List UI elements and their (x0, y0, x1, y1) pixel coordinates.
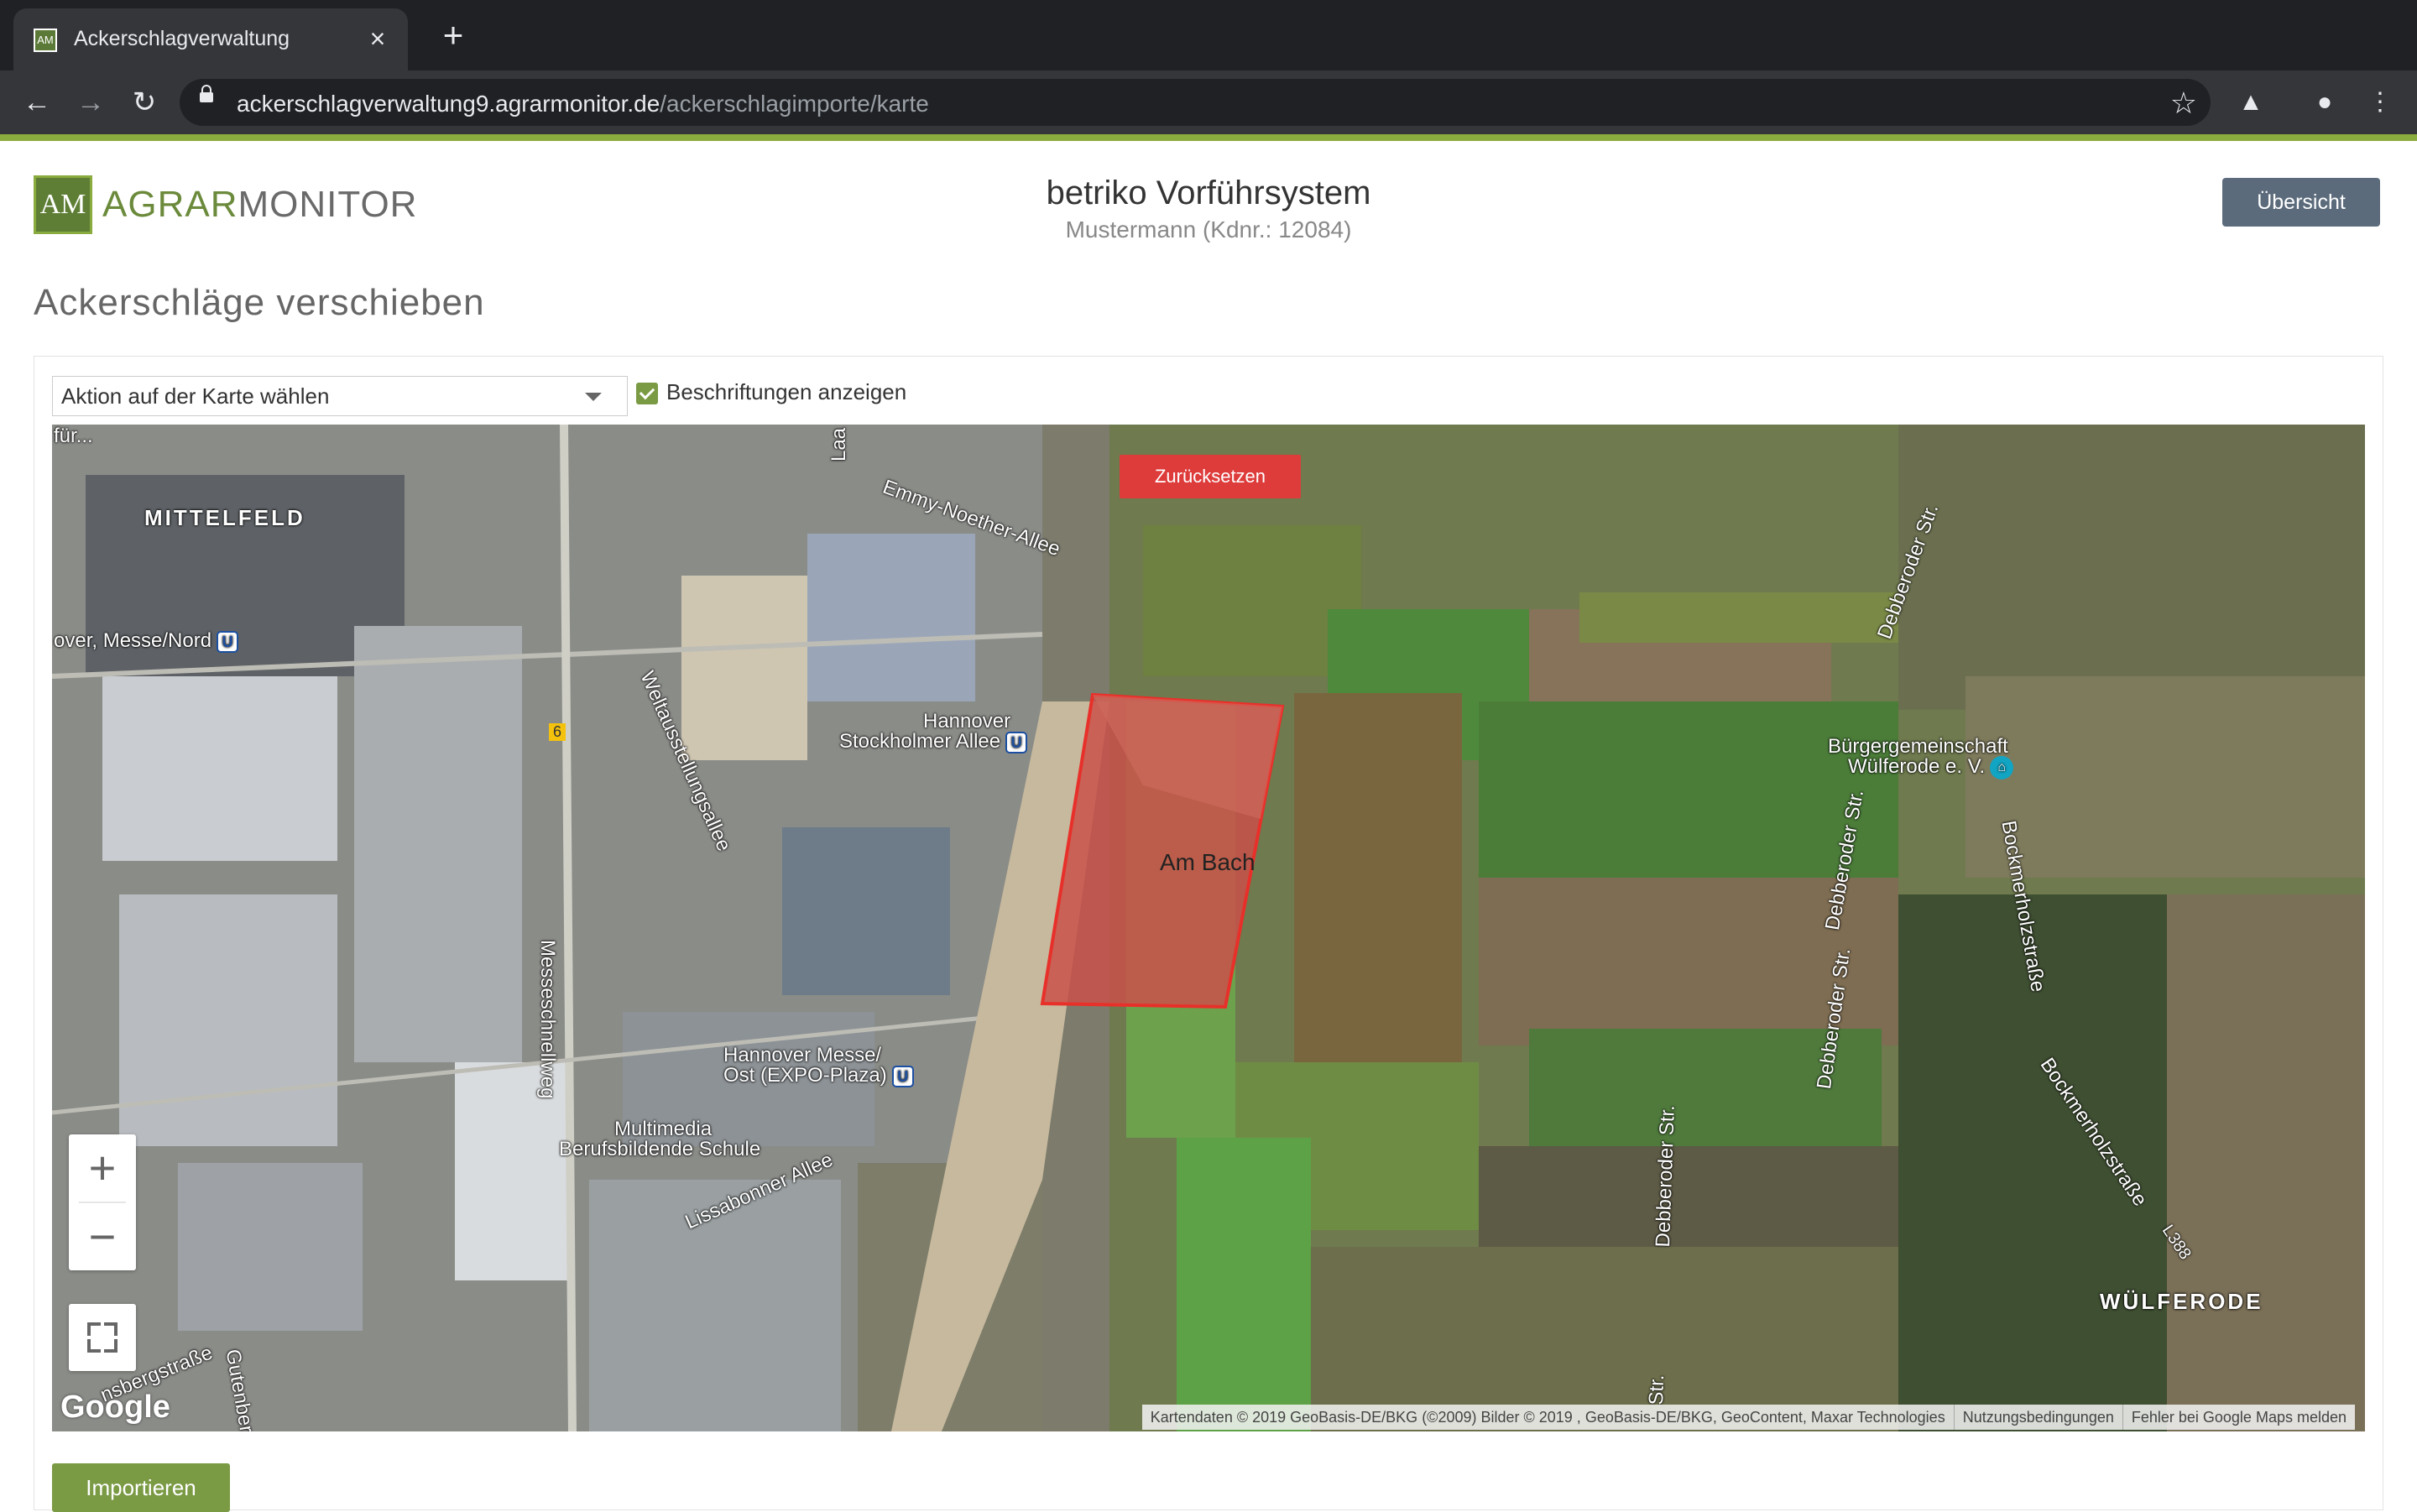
show-labels-label[interactable]: Beschriftungen anzeigen (666, 379, 906, 405)
address-bar[interactable]: ackerschlagverwaltung9.agrarmonitor.de/a… (180, 79, 2211, 126)
map-label: Wülferode e. V. ⌂ (1848, 755, 2014, 779)
reload-icon[interactable]: ↻ (124, 82, 164, 123)
action-select-value: Aktion auf der Karte wählen (61, 383, 330, 409)
reset-button[interactable]: Zurücksetzen (1120, 455, 1301, 498)
bookmark-star-icon[interactable]: ☆ (2170, 86, 2197, 121)
satellite-map[interactable]: Zurücksetzen Am Bach für... MITTELFELD o… (52, 425, 2365, 1431)
map-label: Berufsbildende Schule (559, 1138, 761, 1160)
lock-icon (200, 85, 213, 102)
show-labels-checkbox[interactable] (636, 383, 658, 404)
zoom-control: + − (69, 1134, 136, 1270)
browser-toolbar: ← → ↻ ackerschlagverwaltung9.agrarmonito… (0, 70, 2417, 134)
system-title: betriko Vorführsystem (1046, 175, 1371, 211)
action-select[interactable]: Aktion auf der Karte wählen (52, 376, 628, 416)
route-6-badge: 6 (549, 723, 566, 741)
tab-title: Ackerschlagverwaltung (74, 27, 290, 50)
menu-dots-icon[interactable]: ⋮ (2362, 84, 2399, 121)
map-label: over, Messe/Nord U (54, 629, 239, 653)
map-label: Laa (827, 427, 851, 462)
fullscreen-icon[interactable] (69, 1304, 136, 1371)
page-title: Ackerschläge verschieben (34, 282, 485, 323)
map-attribution: Kartendaten © 2019 GeoBasis-DE/BKG (©200… (1141, 1405, 2355, 1430)
zoom-in-button[interactable]: + (69, 1134, 136, 1202)
browser-tabbar: AM Ackerschlagverwaltung × + (0, 0, 2417, 70)
google-logo[interactable]: Google (60, 1389, 170, 1426)
accent-bar (0, 134, 2417, 141)
map-label: Messeschnellweg (536, 940, 559, 1099)
landmark-icon: ⌂ (1990, 755, 2014, 779)
chevron-down-icon (585, 393, 602, 401)
url-text: ackerschlagverwaltung9.agrarmonitor.de/a… (237, 91, 929, 117)
ubahn-icon: U (1005, 731, 1028, 753)
browser-tab[interactable]: AM Ackerschlagverwaltung × (13, 8, 408, 70)
zoom-out-button[interactable]: − (69, 1203, 136, 1270)
map-label: Ost (EXPO-Plaza) U (723, 1064, 914, 1087)
ubahn-icon: U (891, 1065, 914, 1087)
map-label: für... (54, 425, 93, 447)
new-tab-icon[interactable]: + (435, 18, 472, 55)
terms-link[interactable]: Nutzungsbedingungen (1953, 1405, 2122, 1430)
ubahn-icon: U (217, 630, 239, 653)
map-label: MITTELFELD (144, 505, 305, 530)
profile-icon[interactable]: ● (2306, 84, 2343, 121)
report-error-link[interactable]: Fehler bei Google Maps melden (2122, 1405, 2355, 1430)
drive-icon[interactable]: ▲ (2232, 84, 2269, 121)
field-label[interactable]: Am Bach (1160, 849, 1255, 876)
map-label: Debberoder Str. (1652, 1104, 1679, 1248)
attribution-text: Kartendaten © 2019 GeoBasis-DE/BKG (©200… (1150, 1409, 1945, 1426)
favicon-icon: AM (34, 29, 57, 52)
map-label: Str. (1645, 1374, 1669, 1405)
import-button[interactable]: Importieren (52, 1463, 230, 1512)
overview-button[interactable]: Übersicht (2222, 178, 2380, 227)
forward-icon[interactable]: → (70, 82, 111, 123)
system-subtitle: Mustermann (Kdnr.: 12084) (1065, 216, 1352, 242)
map-label: Stockholmer Allee U (839, 730, 1028, 753)
close-tab-icon[interactable]: × (361, 22, 394, 55)
map-label: WÜLFERODE (2100, 1289, 2263, 1314)
back-icon[interactable]: ← (17, 82, 57, 123)
